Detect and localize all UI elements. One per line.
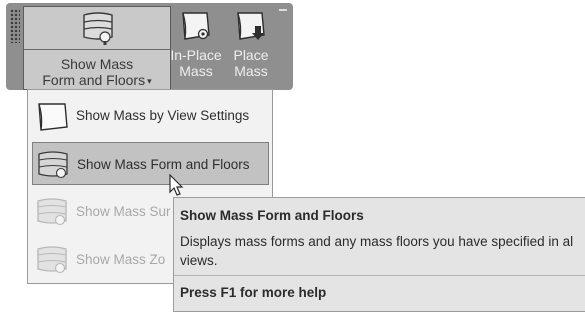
mass-surfaces-icon xyxy=(37,198,67,226)
place-mass-label-line2: Mass xyxy=(234,63,268,79)
panel-grip-handle[interactable] xyxy=(10,9,20,43)
show-mass-split-button[interactable]: Show Mass Form and Floors ▾ xyxy=(23,6,171,90)
show-mass-button-top[interactable] xyxy=(24,7,170,50)
in-place-mass-icon xyxy=(182,12,210,40)
panel-overflow-icon[interactable] xyxy=(279,9,287,15)
mouse-cursor-icon xyxy=(169,174,184,196)
place-mass-button[interactable]: Place Mass xyxy=(225,9,277,89)
tooltip-help-text: Press F1 for more help xyxy=(180,285,327,300)
show-mass-label-line2: Form and Floors xyxy=(42,72,146,88)
menu-item-by-view-settings[interactable]: Show Mass by View Settings xyxy=(32,94,269,137)
tooltip-description: Displays mass forms and any mass floors … xyxy=(180,234,574,268)
in-place-mass-label-line2: Mass xyxy=(179,63,213,79)
menu-item-label: Show Mass Form and Floors xyxy=(77,157,250,172)
menu-item-form-and-floors[interactable]: Show Mass Form and Floors xyxy=(32,142,269,185)
menu-item-label: Show Mass by View Settings xyxy=(76,108,250,123)
mass-floors-icon xyxy=(38,151,68,179)
mass-floors-icon xyxy=(83,12,113,45)
in-place-mass-button[interactable]: In-Place Mass xyxy=(170,9,222,89)
menu-item-label: Show Mass Sur xyxy=(76,204,171,219)
chevron-down-icon: ▾ xyxy=(147,76,152,86)
tooltip: Show Mass Form and Floors Displays mass … xyxy=(173,197,585,312)
tooltip-title: Show Mass Form and Floors xyxy=(180,208,364,223)
show-mass-label-line1: Show Mass xyxy=(60,56,134,72)
tooltip-divider xyxy=(174,275,585,276)
mass-view-settings-icon xyxy=(38,103,68,131)
in-place-mass-label-line1: In-Place xyxy=(170,47,222,63)
place-mass-icon xyxy=(237,12,265,40)
massing-ribbon-panel: Show Mass Form and Floors ▾ In-Place Mass… xyxy=(6,3,293,90)
menu-item-label: Show Mass Zo xyxy=(76,252,166,267)
mass-zones-icon xyxy=(37,246,67,274)
place-mass-label-line1: Place xyxy=(233,47,269,63)
show-mass-dropdown-toggle[interactable]: Show Mass Form and Floors ▾ xyxy=(24,50,170,90)
